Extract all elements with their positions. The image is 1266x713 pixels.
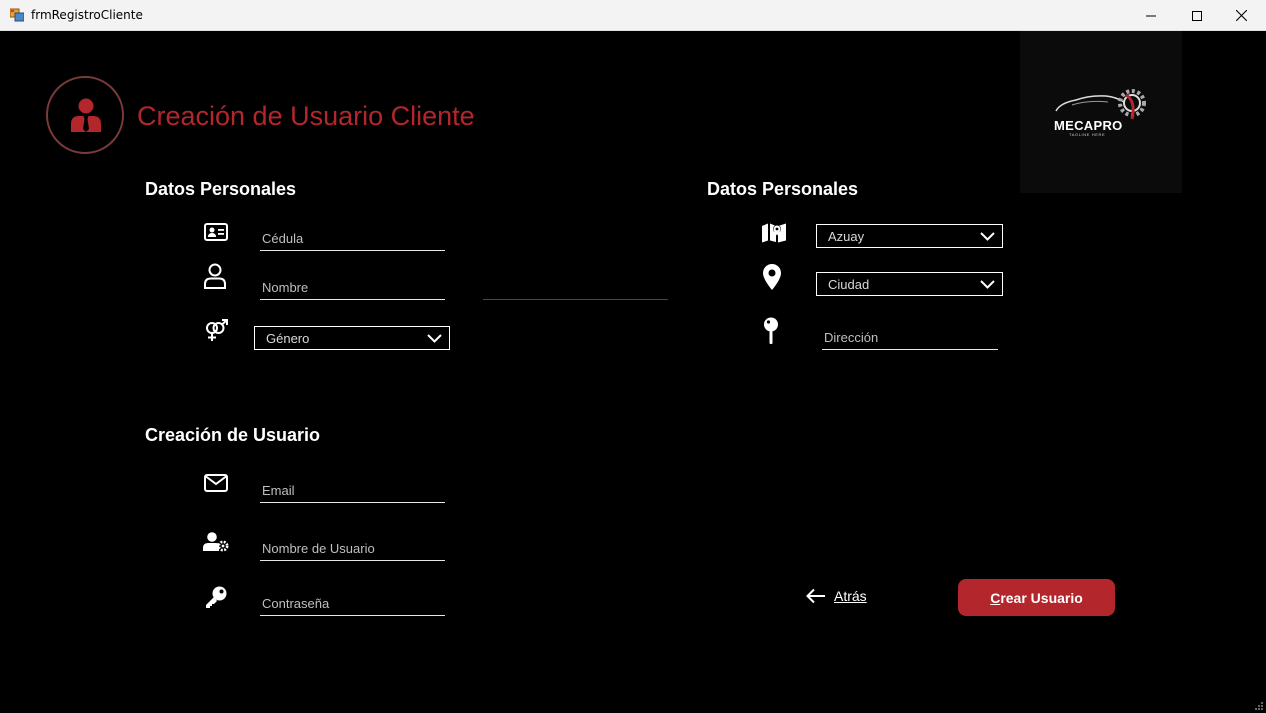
close-icon [1235, 10, 1247, 21]
username-field[interactable]: Nombre de Usuario [260, 535, 445, 561]
ciudad-select[interactable]: Ciudad [816, 272, 1003, 296]
window-title: frmRegistroCliente [31, 8, 143, 22]
minimize-icon [1146, 15, 1156, 16]
create-user-label: Crear Usuario [990, 589, 1083, 606]
close-button[interactable] [1218, 0, 1264, 31]
resize-grip-icon[interactable] [1253, 700, 1263, 710]
avatar [46, 76, 124, 154]
mecapro-logo: MECAPRO TAGLINE HERE [1020, 31, 1182, 193]
car-gear-logo-icon [1055, 89, 1146, 120]
email-placeholder: Email [262, 483, 295, 498]
direccion-field[interactable]: Dirección [822, 324, 998, 350]
provincia-select[interactable]: Azuay [816, 224, 1003, 248]
cedula-placeholder: Cédula [262, 231, 304, 246]
user-settings-icon [203, 532, 229, 552]
user-creation-title: Creación de Usuario [145, 425, 321, 445]
nombre-placeholder: Nombre [262, 280, 309, 295]
page-title: Creación de Usuario Cliente [137, 101, 475, 131]
arrow-left-icon [806, 588, 825, 604]
id-card-icon [204, 223, 228, 241]
location-data-title: Datos Personales [707, 179, 859, 199]
red-underline-field[interactable] [483, 299, 668, 300]
password-placeholder: Contraseña [262, 596, 330, 611]
email-field[interactable]: Email [260, 477, 445, 503]
chevron-down-icon [980, 232, 995, 241]
personal-data-title: Datos Personales [145, 179, 297, 199]
nombre-field[interactable]: Nombre [260, 274, 445, 300]
location-pin-icon [763, 264, 781, 290]
gender-icon [206, 319, 228, 341]
ciudad-value: Ciudad [828, 277, 870, 292]
username-placeholder: Nombre de Usuario [262, 541, 375, 556]
back-button[interactable]: Atrás [806, 585, 867, 607]
maximize-button[interactable] [1174, 0, 1220, 31]
direccion-placeholder: Dirección [824, 330, 879, 345]
user-avatar-icon [71, 98, 101, 132]
key-icon [206, 586, 227, 608]
chevron-down-icon [427, 334, 442, 343]
app-icon [10, 8, 24, 22]
title-bar: frmRegistroCliente [0, 0, 1266, 31]
logo-tagline: TAGLINE HERE [1069, 132, 1106, 137]
create-user-button[interactable]: Crear Usuario [958, 579, 1115, 616]
logo-brand: MECAPRO [1054, 118, 1123, 133]
minimize-button[interactable] [1128, 0, 1174, 31]
user-icon [204, 263, 226, 289]
map-icon [762, 223, 786, 243]
provincia-value: Azuay [828, 229, 865, 244]
genero-value: Género [266, 331, 310, 346]
password-field[interactable]: Contraseña [260, 590, 445, 616]
cedula-field[interactable]: Cédula [260, 225, 445, 251]
chevron-down-icon [980, 280, 995, 289]
envelope-icon [204, 474, 228, 492]
back-label: Atrás [834, 588, 867, 604]
map-pin-icon [764, 317, 778, 344]
maximize-icon [1192, 10, 1202, 21]
genero-select[interactable]: Género [254, 326, 450, 350]
